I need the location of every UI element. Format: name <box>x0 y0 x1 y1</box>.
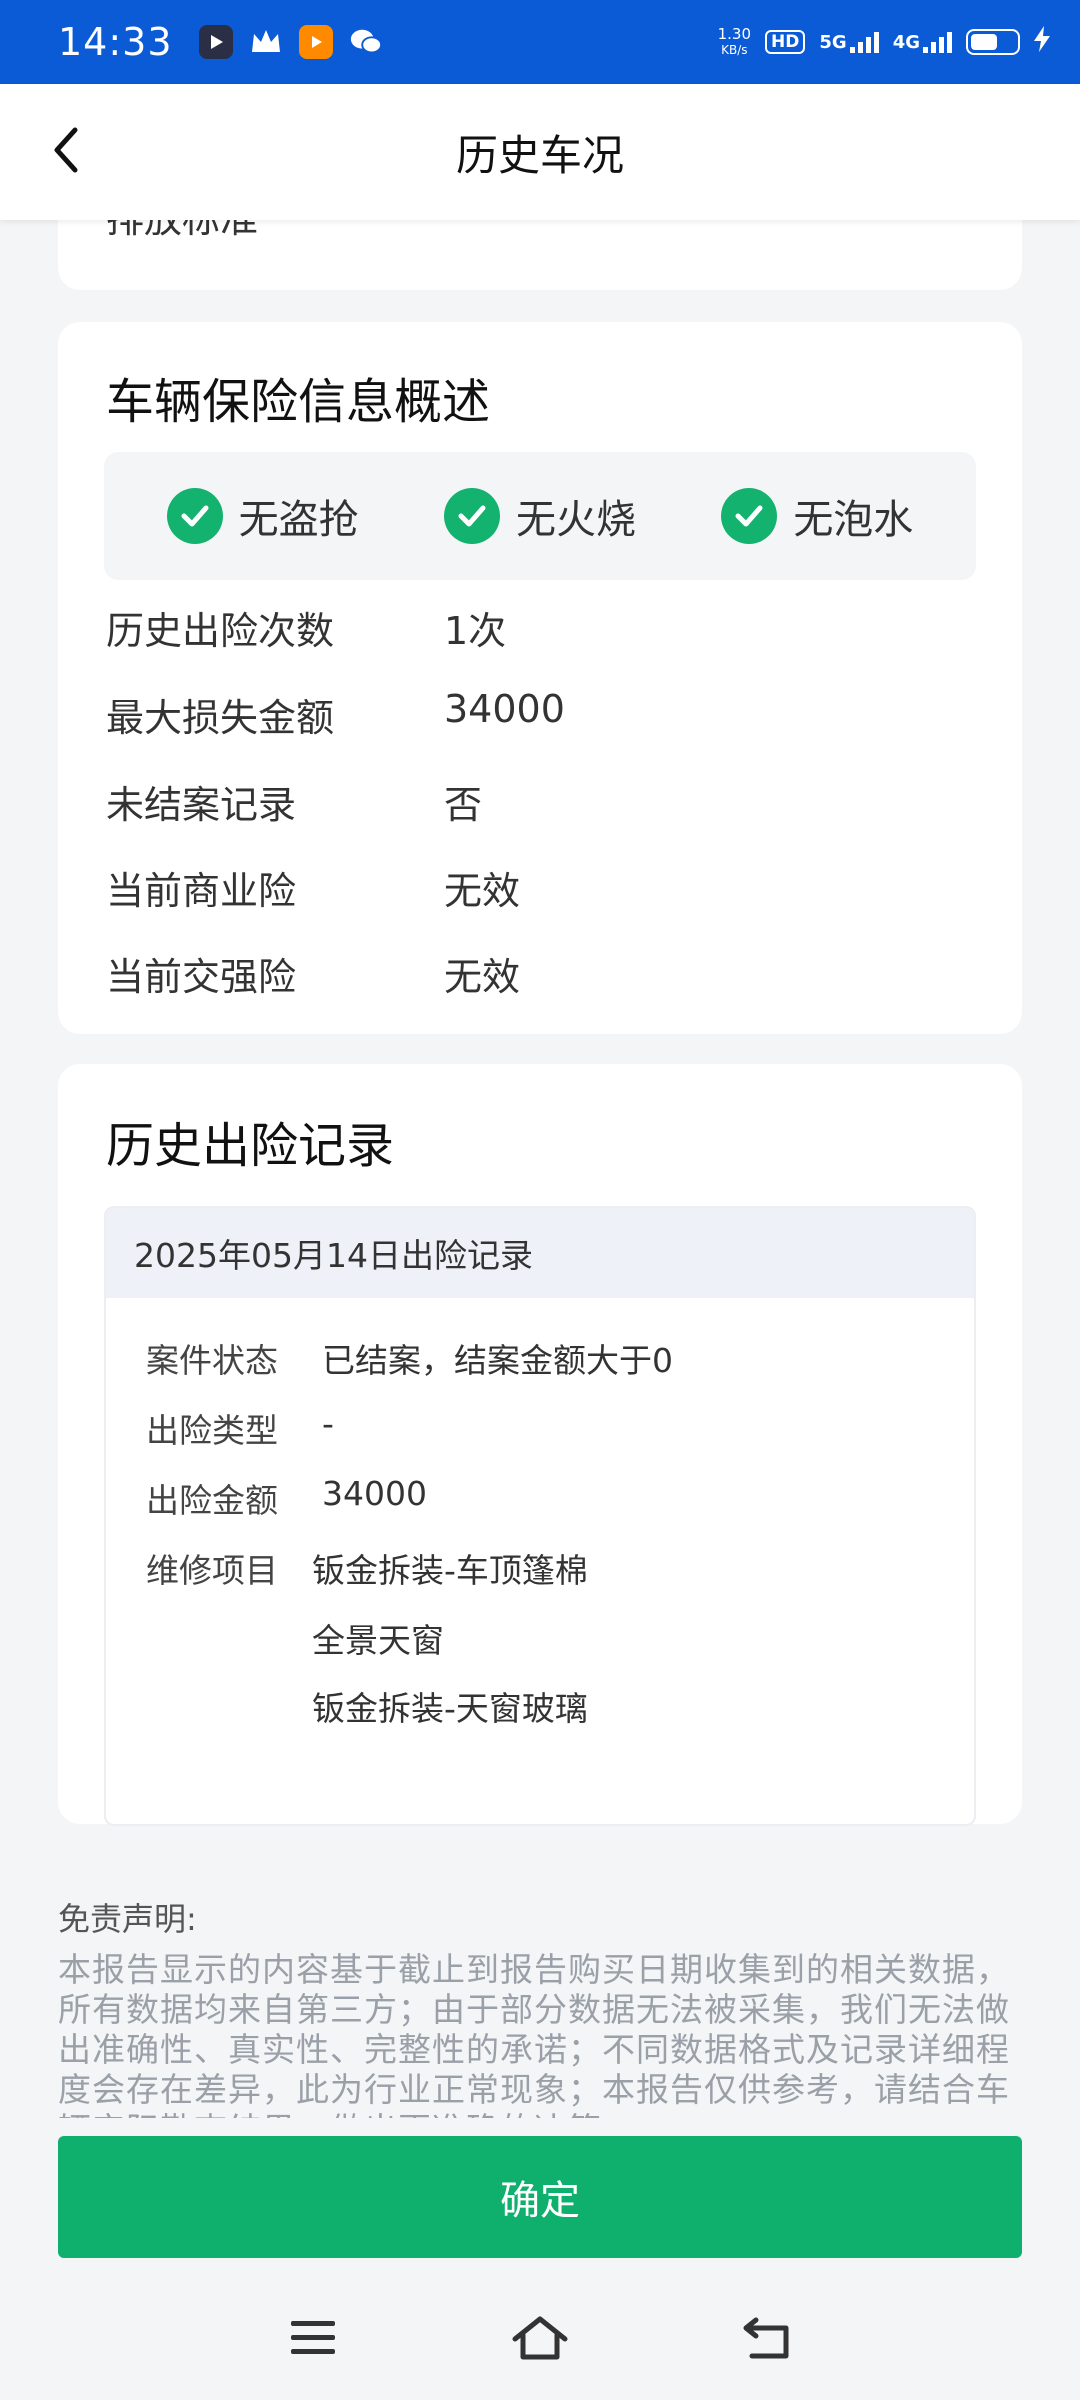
row-label: 历史出险次数 <box>106 609 335 653</box>
wechat-icon <box>349 25 383 59</box>
net-5g-label: 5G <box>819 32 847 53</box>
home-icon <box>512 2316 568 2360</box>
disclaimer-text: 本报告显示的内容基于截止到报告购买日期收集到的相关数据，所有数据均来自第三方；由… <box>58 1950 1010 2118</box>
disclaimer-title: 免责声明: <box>58 1900 197 1938</box>
repair-item: 钣金拆装-天窗玻璃 <box>312 1689 588 1728</box>
record-date-title: 2025年05月14日出险记录 <box>106 1208 974 1298</box>
badge-no-flood: 无泡水 <box>721 487 913 545</box>
signal-5g: 5G <box>819 31 879 53</box>
crown-app-icon <box>249 25 283 59</box>
repair-item: 钣金拆装-车顶篷棉 <box>312 1551 588 1590</box>
badge-label: 无泡水 <box>793 497 914 543</box>
system-nav-bar <box>0 2276 1080 2400</box>
confirm-button[interactable]: 确定 <box>58 2136 1022 2258</box>
hd-voice-icon: HD <box>765 30 806 54</box>
claim-record: 2025年05月14日出险记录 案件状态 已结案，结案金额大于0 出险类型 - … <box>104 1206 976 1826</box>
disclaimer: 免责声明: 本报告显示的内容基于截止到报告购买日期收集到的相关数据，所有数据均来… <box>58 1894 1022 2118</box>
net-4g-label: 4G <box>892 32 920 53</box>
row-label: 维修项目 <box>146 1551 278 1590</box>
return-icon <box>743 2317 789 2359</box>
row-label: 出险金额 <box>146 1481 278 1520</box>
row-label: 最大损失金额 <box>106 696 335 740</box>
row-label: 当前交强险 <box>106 955 297 999</box>
insurance-overview-card: 车辆保险信息概述 无盗抢 无火烧 无泡水 历史出险次数 1次 最大损失金额 34… <box>58 322 1022 1034</box>
repair-item: 全景天窗 <box>312 1621 444 1660</box>
row-label: 出险类型 <box>146 1411 278 1450</box>
row-value: 否 <box>444 783 483 827</box>
insurance-badges: 无盗抢 无火烧 无泡水 <box>104 452 976 580</box>
badge-label: 无盗抢 <box>238 497 359 543</box>
signal-4g: 4G <box>893 31 952 53</box>
status-time: 14:33 <box>58 20 173 64</box>
play-app-icon <box>198 25 233 59</box>
row-value: 34000 <box>322 1474 427 1513</box>
battery-icon <box>966 29 1020 55</box>
badge-label: 无火烧 <box>515 497 636 543</box>
compulsory-insurance-row: 当前交强险 无效 <box>106 946 986 1006</box>
back-button[interactable] <box>36 120 96 180</box>
insurance-title: 车辆保险信息概述 <box>106 374 491 430</box>
badge-no-fire: 无火烧 <box>443 487 636 545</box>
menu-button[interactable] <box>273 2298 353 2378</box>
open-case-row: 未结案记录 否 <box>106 774 986 834</box>
back-nav-button[interactable] <box>727 2298 807 2378</box>
claim-count-row: 历史出险次数 1次 <box>106 600 986 660</box>
claim-history-card: 历史出险记录 2025年05月14日出险记录 案件状态 已结案，结案金额大于0 … <box>58 1064 1022 1826</box>
row-value: - <box>322 1404 334 1443</box>
check-circle-icon <box>721 488 778 544</box>
page: 14:33 1.30 KB/s HD 5G 4G 历史车况 车辆保险信息概述 无… <box>0 0 1080 2400</box>
check-circle-icon <box>443 488 500 544</box>
page-header: 历史车况 <box>0 84 1080 220</box>
page-title: 历史车况 <box>455 130 624 180</box>
network-speed: 1.30 KB/s <box>718 26 751 58</box>
status-bar: 14:33 1.30 KB/s HD 5G 4G <box>0 0 1080 84</box>
row-value: 已结案，结案金额大于0 <box>322 1341 673 1380</box>
status-indicators: 1.30 KB/s HD 5G 4G <box>718 26 1050 58</box>
row-label: 案件状态 <box>146 1341 278 1380</box>
speed-unit: KB/s <box>721 43 748 57</box>
max-loss-row: 最大损失金额 34000 <box>106 687 986 747</box>
check-circle-icon <box>166 488 223 544</box>
badge-no-theft: 无盗抢 <box>166 487 359 545</box>
history-title: 历史出险记录 <box>106 1118 395 1174</box>
row-label: 未结案记录 <box>106 783 297 827</box>
row-label: 当前商业险 <box>106 869 297 913</box>
home-button[interactable] <box>500 2298 580 2378</box>
row-value: 无效 <box>444 955 521 999</box>
charging-icon <box>1034 26 1050 58</box>
row-value: 无效 <box>444 869 521 913</box>
commercial-insurance-row: 当前商业险 无效 <box>106 860 986 920</box>
signal-bars-icon <box>849 31 879 53</box>
signal-bars-icon <box>923 31 952 53</box>
video-app-icon <box>298 25 333 59</box>
speed-value: 1.30 <box>717 25 752 43</box>
row-value: 1次 <box>444 609 507 653</box>
chevron-left-icon <box>54 127 78 173</box>
menu-icon <box>291 2321 336 2354</box>
row-value: 34000 <box>444 687 565 731</box>
